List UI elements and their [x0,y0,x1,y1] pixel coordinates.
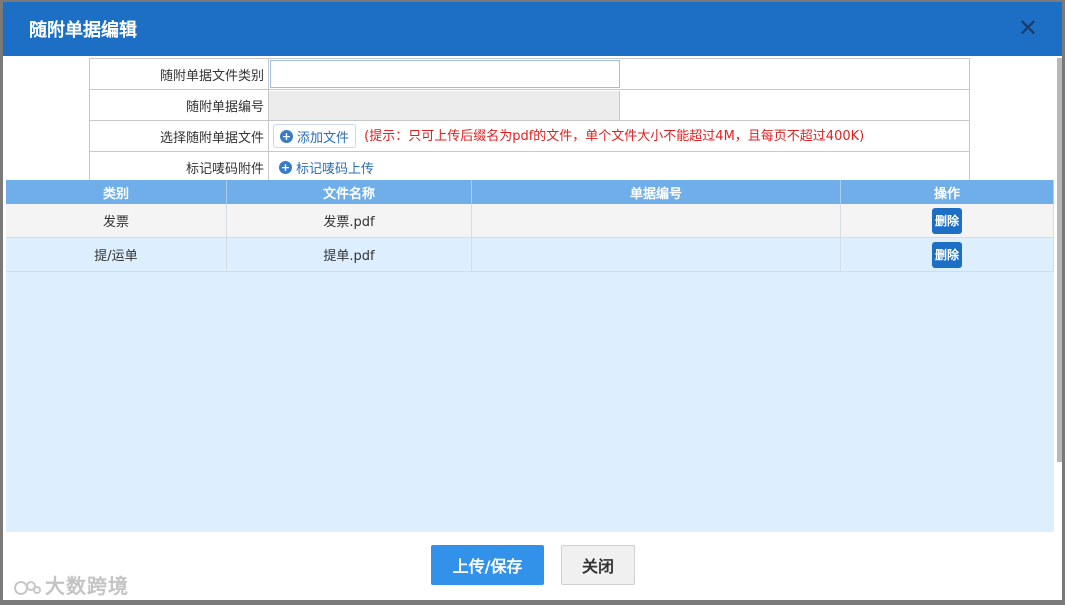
category-label: 随附单据文件类别 [89,58,269,90]
add-file-label: 添加文件 [297,130,350,146]
dialog-footer: 上传/保存 关闭 [3,532,1062,600]
upload-save-button[interactable]: 上传/保存 [431,545,544,585]
watermark-logo-icon [14,580,41,595]
cell-category: 发票 [6,204,227,238]
close-icon[interactable]: ✕ [1018,14,1038,42]
plus-circle-icon: + [279,160,292,174]
upload-dialog: 随附单据编辑 ✕ 随附单据文件类别 随附单据编号 选择随附单据文件 + 添加文件… [3,2,1062,600]
mark-label: 标记唛码附件 [89,151,269,183]
cell-doc-no [471,204,841,238]
column-header-category[interactable]: 类别 [6,180,227,204]
cell-doc-no [471,237,841,272]
attachment-grid: 类别 文件名称 单据编号 操作 发票 发票.pdf 删除 提/运单 提单.pdf… [6,180,1054,272]
dialog-titlebar: 随附单据编辑 ✕ [3,2,1062,56]
grid-header-row: 类别 文件名称 单据编号 操作 [6,180,1054,204]
add-file-button[interactable]: + 添加文件 [273,124,357,148]
cell-file-name: 提单.pdf [226,237,472,272]
delete-button[interactable]: 删除 [931,207,962,234]
category-cell [268,58,970,90]
category-input[interactable] [270,60,620,88]
mark-upload-label: 标记唛码上传 [296,161,375,177]
column-header-action: 操作 [840,180,1054,204]
close-button[interactable]: 关闭 [561,545,635,585]
number-label: 随附单据编号 [89,89,269,121]
watermark-text: 大数跨境 [45,574,129,598]
upload-hint: (提示：只可上传后缀名为pdf的文件，单个文件大小不能超过4M，且每页不超过40… [364,128,865,144]
file-label: 选择随附单据文件 [89,120,269,152]
column-header-doc-no[interactable]: 单据编号 [471,180,841,204]
cell-file-name: 发票.pdf [226,204,472,238]
plus-circle-icon: + [280,129,293,143]
number-cell [268,89,970,121]
number-field [269,90,620,120]
table-row[interactable]: 提/运单 提单.pdf 删除 [6,237,1054,272]
mark-upload-button[interactable]: + 标记唛码上传 [279,158,374,177]
attachment-grid-area: 类别 文件名称 单据编号 操作 发票 发票.pdf 删除 提/运单 提单.pdf… [6,180,1054,532]
cell-category: 提/运单 [6,237,227,272]
attachment-form: 随附单据文件类别 随附单据编号 选择随附单据文件 + 添加文件 (提示：只可上传… [89,58,970,183]
vertical-scrollbar[interactable] [1057,58,1062,462]
table-row[interactable]: 发票 发票.pdf 删除 [6,204,1054,238]
mark-cell: + 标记唛码上传 [268,151,970,183]
cell-action: 删除 [840,237,1054,272]
column-header-file-name[interactable]: 文件名称 [226,180,472,204]
dialog-title: 随附单据编辑 [29,20,137,41]
watermark: 大数跨境 [13,570,129,599]
cell-action: 删除 [840,204,1054,238]
delete-button[interactable]: 删除 [931,241,962,268]
file-cell: + 添加文件 (提示：只可上传后缀名为pdf的文件，单个文件大小不能超过4M，且… [268,120,970,152]
